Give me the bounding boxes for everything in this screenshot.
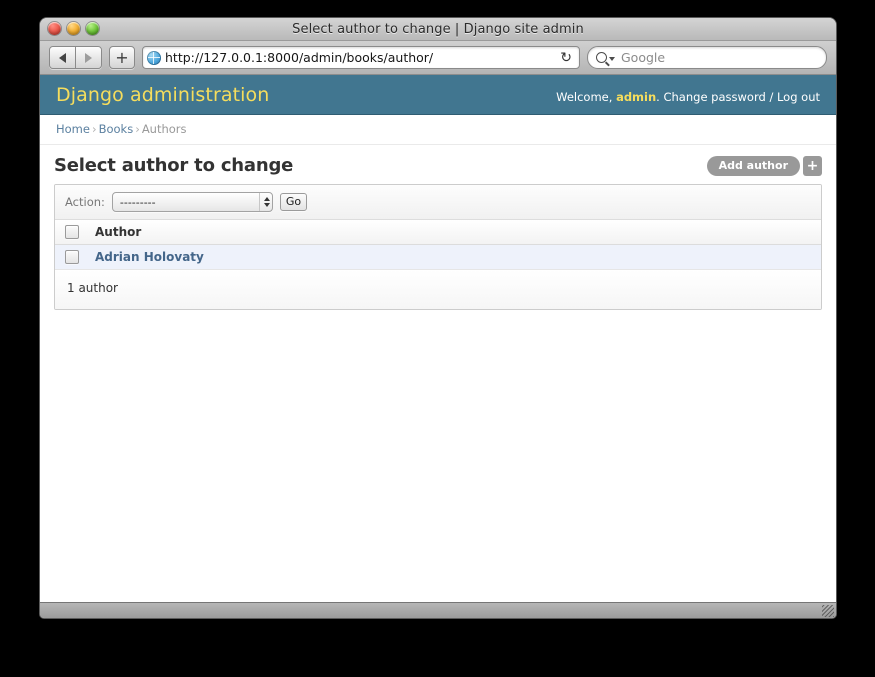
select-stepper-icon[interactable] [259, 193, 270, 211]
resize-grip[interactable] [822, 605, 834, 617]
chevron-down-icon[interactable] [609, 57, 615, 61]
welcome-suffix: . [656, 90, 660, 104]
column-header-author[interactable]: Author [87, 220, 821, 245]
close-window-button[interactable] [48, 22, 61, 35]
chevron-down-icon [264, 203, 270, 207]
user-tools-separator: / [769, 90, 773, 104]
chevron-up-icon [264, 197, 270, 201]
breadcrumb-separator: › [133, 122, 142, 136]
main-content: Select author to change Add author + Act… [40, 145, 836, 310]
results-table-head: Author [55, 220, 821, 245]
breadcrumb: Home›Books›Authors [40, 115, 836, 145]
browser-window: Select author to change | Django site ad… [40, 18, 836, 618]
address-bar[interactable]: http://127.0.0.1:8000/admin/books/author… [142, 46, 580, 69]
action-select[interactable]: --------- [112, 192, 273, 212]
url-text: http://127.0.0.1:8000/admin/books/author… [165, 50, 557, 65]
new-tab-button[interactable]: + [109, 46, 135, 69]
action-label: Action: [65, 195, 105, 209]
minimize-window-button[interactable] [67, 22, 80, 35]
action-select-value: --------- [120, 196, 156, 209]
browser-toolbar: + http://127.0.0.1:8000/admin/books/auth… [40, 41, 836, 75]
row-select-cell [55, 245, 87, 270]
search-icon [596, 52, 607, 63]
user-tools: Welcome, admin. Change password / Log ou… [556, 90, 820, 104]
object-tools: Add author + [707, 156, 822, 176]
select-all-header [55, 220, 87, 245]
username: admin [616, 90, 656, 104]
breadcrumb-separator: › [90, 122, 99, 136]
select-all-checkbox[interactable] [65, 225, 79, 239]
site-branding[interactable]: Django administration [56, 84, 269, 106]
breadcrumb-item-home[interactable]: Home [56, 122, 90, 136]
reload-icon[interactable]: ↻ [557, 51, 575, 65]
back-button[interactable] [50, 47, 75, 68]
author-link[interactable]: Adrian Holovaty [95, 250, 204, 264]
logout-link[interactable]: Log out [777, 90, 820, 104]
breadcrumb-item-books[interactable]: Books [99, 122, 134, 136]
search-input[interactable]: Google [587, 46, 827, 69]
breadcrumb-item-authors: Authors [142, 122, 187, 136]
table-row: Adrian Holovaty [55, 245, 821, 270]
add-author-button[interactable]: Add author [707, 156, 800, 176]
globe-icon [147, 51, 161, 65]
change-password-link[interactable]: Change password [663, 90, 765, 104]
page-title: Select author to change [54, 155, 293, 176]
maximize-window-button[interactable] [86, 22, 99, 35]
content-header: Select author to change Add author + [54, 155, 822, 184]
actions-toolbar: Action: --------- Go [55, 185, 821, 220]
row-cell-author: Adrian Holovaty [87, 245, 821, 270]
window-title-bar: Select author to change | Django site ad… [40, 18, 836, 41]
add-plus-icon[interactable]: + [803, 156, 822, 176]
back-arrow-icon [59, 53, 66, 63]
paginator: 1 author [55, 270, 821, 309]
go-button[interactable]: Go [280, 193, 307, 211]
results-table: Author Adrian Holovaty [55, 220, 821, 270]
forward-button[interactable] [75, 47, 101, 68]
traffic-light-buttons [48, 22, 99, 35]
results-table-body: Adrian Holovaty [55, 245, 821, 270]
table-header-row: Author [55, 220, 821, 245]
window-title: Select author to change | Django site ad… [40, 22, 836, 37]
forward-arrow-icon [85, 53, 92, 63]
status-bar [40, 602, 836, 618]
search-placeholder: Google [621, 50, 665, 65]
row-checkbox[interactable] [65, 250, 79, 264]
welcome-prefix: Welcome, [556, 90, 612, 104]
changelist-module: Action: --------- Go [54, 184, 822, 310]
admin-header: Django administration Welcome, admin. Ch… [40, 75, 836, 115]
navigation-buttons [49, 46, 102, 69]
page-viewport: Django administration Welcome, admin. Ch… [40, 75, 836, 602]
